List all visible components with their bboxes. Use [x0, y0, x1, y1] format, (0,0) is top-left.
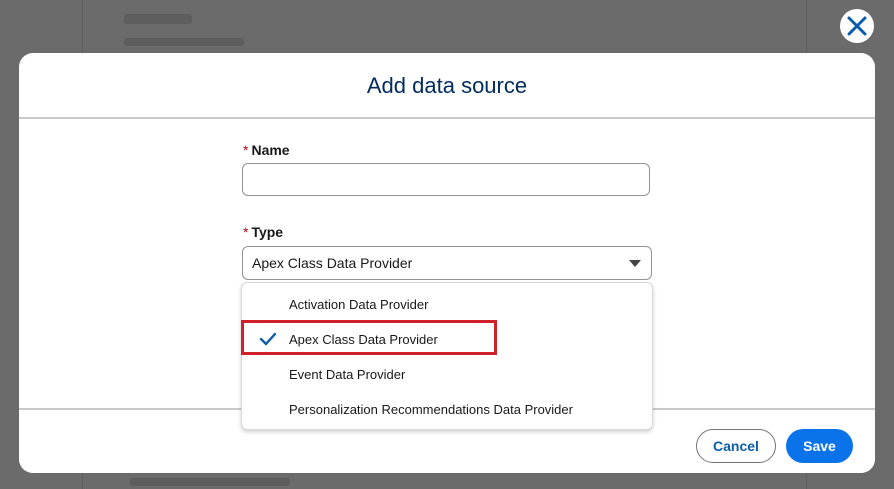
close-icon [847, 16, 867, 36]
name-field-label: * Name [243, 142, 290, 158]
close-button[interactable] [840, 9, 874, 43]
background-text [130, 478, 290, 486]
background-heading [124, 14, 192, 24]
option-label: Activation Data Provider [289, 297, 429, 312]
required-marker: * [243, 142, 249, 158]
checkmark-icon [259, 332, 277, 346]
name-label-text: Name [251, 142, 290, 158]
name-input[interactable] [242, 163, 650, 196]
type-label-text: Type [251, 224, 284, 240]
type-dropdown-list: Activation Data Provider Apex Class Data… [241, 282, 653, 430]
type-select-value: Apex Class Data Provider [252, 255, 413, 271]
modal-title: Add data source [366, 73, 528, 98]
dropdown-option-event[interactable]: Event Data Provider [242, 357, 652, 392]
modal-header: Add data source [19, 53, 875, 119]
add-data-source-modal: Add data source * Name * Type Apex Class D… [19, 53, 875, 473]
type-select[interactable]: Apex Class Data Provider [242, 246, 652, 280]
dropdown-option-apex-class[interactable]: Apex Class Data Provider [242, 322, 652, 357]
dropdown-option-personalization[interactable]: Personalization Recommendations Data Pro… [242, 392, 652, 427]
background-text [124, 38, 244, 46]
cancel-button[interactable]: Cancel [696, 429, 776, 463]
option-label: Event Data Provider [289, 367, 406, 382]
option-label: Personalization Recommendations Data Pro… [289, 402, 573, 417]
required-marker: * [243, 224, 249, 240]
save-button[interactable]: Save [786, 429, 853, 463]
chevron-down-icon [629, 260, 641, 267]
type-field-label: * Type [243, 224, 283, 240]
dropdown-option-activation[interactable]: Activation Data Provider [242, 287, 652, 322]
option-label: Apex Class Data Provider [289, 332, 438, 347]
